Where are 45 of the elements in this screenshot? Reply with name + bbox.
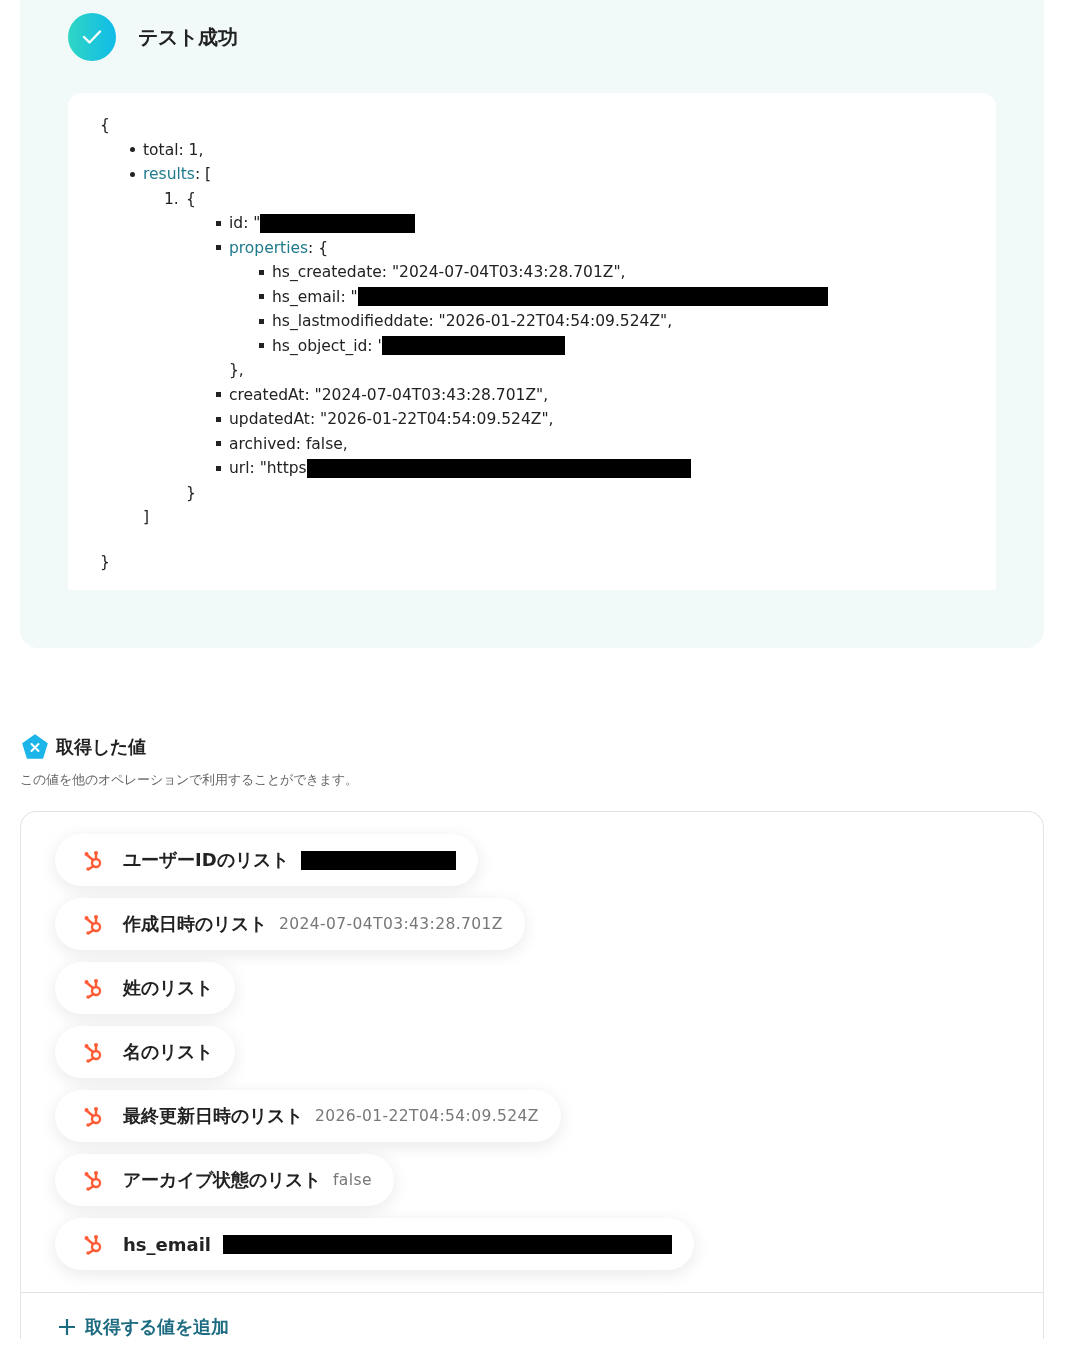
output-value-chip[interactable]: ユーザーIDのリスト: [55, 834, 478, 886]
code-line: hs_email: ": [272, 286, 358, 308]
pentagon-logo-icon: [22, 734, 48, 759]
bullet-icon: [258, 294, 264, 300]
bullet-icon: [258, 343, 264, 349]
code-line: createdAt: "2024-07-04T03:43:28.701Z",: [229, 384, 549, 406]
code-line: id: ": [229, 213, 261, 234]
bullet-icon: [215, 392, 221, 398]
plus-icon: [57, 1317, 77, 1337]
output-value-chip[interactable]: 姓のリスト: [55, 962, 235, 1014]
code-line: results: [: [143, 164, 212, 185]
code-line: properties: {: [229, 237, 329, 259]
bullet-icon: [129, 147, 135, 153]
bullet-icon: [215, 416, 221, 422]
code-line: hs_object_id: ': [272, 335, 382, 357]
output-value-chip[interactable]: hs_email: [55, 1218, 694, 1270]
code-line: hs_lastmodifieddate: "2026-01-22T04:54:09.524Z",: [272, 311, 673, 332]
section-title: 取得した値: [56, 734, 146, 759]
code-line: archived: false,: [229, 433, 348, 455]
result-title: テスト成功: [138, 23, 238, 51]
check-icon: [68, 13, 116, 61]
code-line: }: [100, 551, 110, 573]
bullet-icon: [215, 220, 221, 226]
bullet-icon: [215, 465, 221, 471]
code-line: {: [186, 188, 196, 210]
add-value-button[interactable]: 取得する値を追加: [57, 1315, 229, 1339]
code-line: hs_createdate: "2024-07-04T03:43:28.701Z",: [272, 262, 626, 283]
output-value-chip[interactable]: アーカイブ状態のリスト false: [55, 1154, 394, 1206]
code-line: },: [229, 360, 244, 381]
bullet-icon: [215, 441, 221, 447]
section-description: この値を他のオペレーションで利用することができます。: [20, 771, 359, 789]
code-line: }: [186, 482, 196, 504]
code-line: total: 1,: [143, 139, 204, 161]
code-line: updatedAt: "2026-01-22T04:54:09.524Z",: [229, 409, 554, 430]
code-line: {: [100, 115, 110, 136]
bullet-icon: [215, 245, 221, 251]
code-line: ]: [143, 507, 150, 528]
bullet-icon: [258, 318, 264, 324]
bullet-icon: [258, 269, 264, 275]
output-value-chip[interactable]: 作成日時のリスト 2024-07-04T03:43:28.701Z: [55, 898, 525, 950]
bullet-icon: [129, 171, 135, 177]
code-line: url: "https: [229, 458, 307, 479]
output-value-chip[interactable]: 名のリスト: [55, 1026, 235, 1078]
output-value-chip[interactable]: 最終更新日時のリスト 2026-01-22T04:54:09.524Z: [55, 1090, 561, 1142]
list-number: 1.: [164, 188, 180, 210]
